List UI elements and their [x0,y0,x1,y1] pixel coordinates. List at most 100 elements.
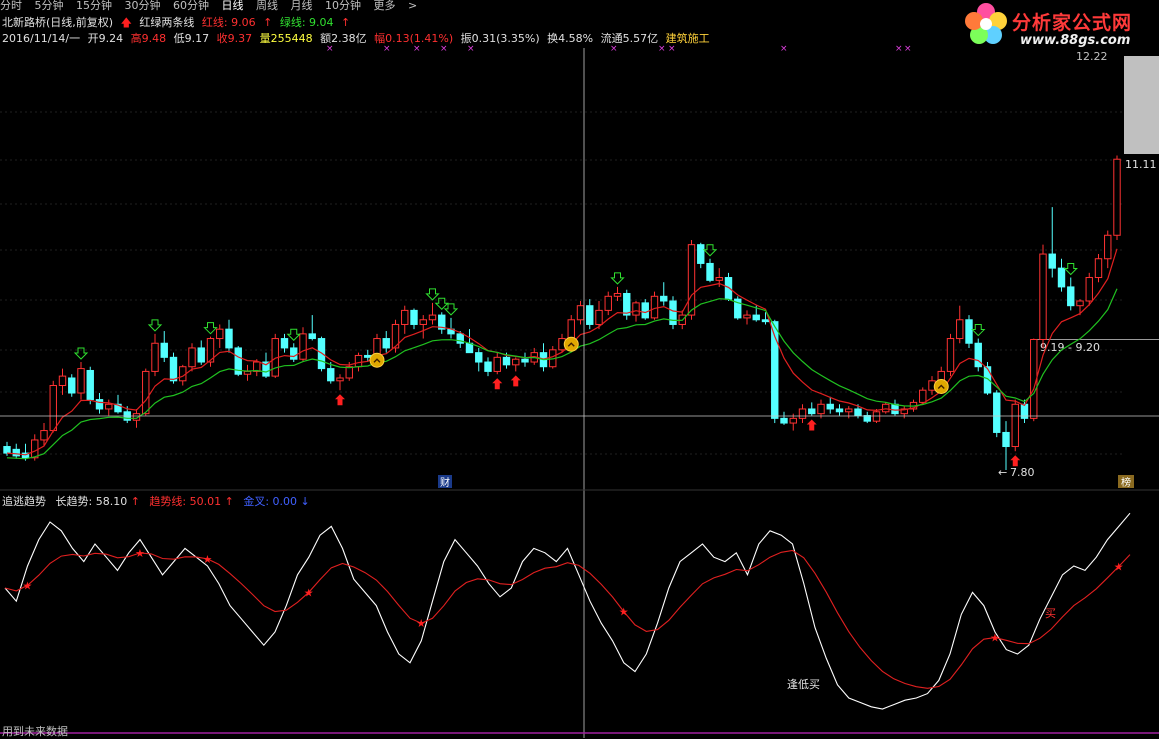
candle-up [1085,277,1093,302]
red-up-arrow-icon [806,419,817,431]
candle-down [95,399,104,410]
candle-up [1104,234,1112,260]
candle-down [752,314,760,321]
candle-down [169,356,178,382]
candle-up [789,417,797,424]
candle-down [502,356,511,366]
candle-down [197,347,205,363]
low-buy-label: 逢低买 [787,678,820,691]
candle-down [993,392,1001,433]
trend-red-line [4,549,1131,689]
candle-up [872,411,881,422]
candle-up [817,403,825,415]
event-x-icon: × [904,44,912,54]
event-x-icon: × [326,44,334,54]
candle-up [493,356,501,372]
trend-white-line [4,512,1131,710]
price-label-top: 12.22 [1076,50,1108,63]
candle-down [826,403,834,410]
candle-up [512,358,520,366]
candle-up [58,375,67,386]
candle-down [780,417,788,424]
candle-up [179,366,187,382]
event-x-icon: × [610,44,618,54]
candle-down [3,446,11,454]
red-star-icon: ★ [619,606,629,619]
candle-down [86,369,94,401]
candle-down [835,408,844,413]
candle-up [956,319,964,340]
candle-down [586,305,594,325]
red-star-icon: ★ [135,547,145,560]
candle-down [808,408,816,415]
price-scroll-thumb[interactable] [1124,56,1159,154]
candle-up [567,319,575,340]
candle-up [336,377,344,382]
candle-up [845,408,853,413]
yellow-signal-icon [563,336,579,352]
footer-note: 用到未来数据 [2,725,68,738]
red-star-icon: ★ [416,617,426,630]
green-down-arrow-icon [610,272,625,285]
signals-layer [73,244,1078,467]
golden-cross-value: 金叉: 0.00 [243,495,298,508]
candle-up [882,403,890,413]
green-down-arrow-icon [971,324,986,337]
candle-up [632,302,640,316]
candle-down [410,309,418,325]
candle-down [1067,286,1075,307]
candle-down [382,338,390,349]
candle-up [650,295,659,319]
event-x-icon: × [413,44,421,54]
candle-up [151,342,159,372]
green-down-arrow-icon [443,303,459,316]
event-x-icon: × [780,44,788,54]
candle-up [40,430,48,441]
candle-up [576,305,585,321]
candle-down [965,319,973,344]
green-down-arrow-icon [203,322,218,335]
green-down-arrow-icon [1063,263,1078,276]
lower-indicator-header: 追逃趋势 长趋势: 58.10 ↑ 趋势线: 50.01 ↑ 金叉: 0.00 … [2,493,316,509]
grid-lines [0,111,1124,455]
kline-chart[interactable]: 12.22 11.11 9.19 - 9.20 7.80 ← 财 榜 ★★ ★★★… [0,0,1159,738]
candle-down [521,358,529,363]
candle-up [345,366,353,379]
event-x-icon: × [658,44,666,54]
candle-down [891,403,899,415]
price-label-high: 11.11 [1125,158,1157,171]
candle-down [724,277,733,300]
candle-down [475,352,483,363]
candle-down [484,361,492,372]
ranking-marker-label: 榜 [1121,476,1131,489]
candle-up [1113,158,1121,236]
green-down-arrow-icon [286,328,301,341]
candle-down [12,448,20,457]
lower-indicator-name: 追逃趋势 [2,495,46,508]
candle-down [641,302,649,319]
candle-up [613,292,622,297]
long-trend-value: 长趋势: 58.10 [55,495,128,508]
price-range-label: 9.19 - 9.20 [1040,341,1100,354]
candle-down [327,368,335,382]
candle-up [946,338,955,372]
event-x-icon: × [440,44,448,54]
golden-cross-down-icon: ↓ [300,495,310,508]
candle-up [299,333,307,360]
trend-line-up-icon: ↑ [224,495,234,508]
candle-down [225,328,233,349]
candle-down [308,333,316,340]
yellow-signal-icon [933,378,949,394]
top-event-markers: × × × × × × × × × × × [326,44,912,54]
event-x-icon: × [668,44,676,54]
long-trend-up-icon: ↑ [130,495,140,508]
candle-up [1011,403,1019,448]
candle-down [660,295,668,302]
candle-up [428,314,437,321]
finance-marker-label: 财 [440,476,450,489]
candle-up [1076,300,1084,307]
green-down-arrow-icon [147,319,163,332]
candle-down [623,292,631,316]
candle-down [160,342,168,358]
red-star-icon: ★ [23,579,33,592]
